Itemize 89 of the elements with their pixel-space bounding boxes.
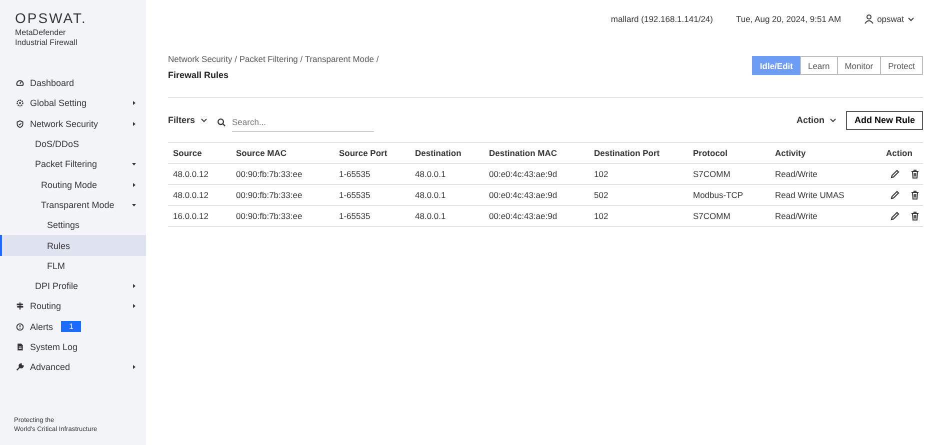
user-icon (864, 14, 874, 24)
table-cell-text: 48.0.0.12 (173, 190, 210, 200)
table-cell-text: 48.0.0.1 (415, 169, 447, 179)
table-cell-text: 102 (594, 211, 610, 221)
caret-down-icon (131, 202, 137, 208)
table-cell-text: Modbus-TCP (693, 190, 744, 200)
sidebar-item[interactable]: Global Setting (0, 93, 146, 114)
sidebar-item[interactable]: System Log (0, 336, 146, 358)
caret-right-icon (131, 364, 137, 370)
table-cell-text: Read Write UMAS (775, 190, 846, 200)
shield-icon (16, 120, 24, 128)
gear-icon (16, 99, 24, 108)
edit-icon[interactable] (890, 211, 900, 221)
table-cell-text: 1-65535 (339, 190, 372, 200)
caret-right-icon (131, 120, 137, 127)
column-header: Destination (415, 148, 462, 158)
caret-right-icon (131, 303, 137, 310)
sidebar-item[interactable]: DoS/DDoS (0, 134, 146, 154)
document-icon (16, 343, 24, 351)
mode-tab[interactable]: Learn (800, 56, 838, 75)
mode-tab[interactable]: Protect (880, 56, 923, 75)
table-cell-text: 48.0.0.12 (173, 169, 210, 179)
table-cell-text: 00:e0:4c:43:ae:9d (489, 169, 558, 179)
alert-count-badge: 1 (61, 321, 82, 332)
sidebar-item[interactable]: Network Security (0, 114, 146, 134)
table-cell-text: Read/Write (775, 211, 818, 221)
column-header: Action (885, 148, 914, 158)
table-cell-text: 00:90:fb:7b:33:ee (236, 169, 304, 179)
host-label: mallard (192.168.1.141/24) (610, 14, 713, 24)
date-time: Tue, Aug 20, 2024, 9:51 AM (736, 14, 842, 24)
action-dropdown[interactable]: Action (796, 115, 838, 125)
logo: OPSWAT. (15, 10, 88, 26)
add-new-rule-button[interactable]: Add New Rule (846, 110, 923, 130)
sidebar-item[interactable]: Routing Mode (0, 174, 146, 195)
sidebar-item[interactable]: Transparent Mode (0, 194, 146, 216)
table-cell-text: 502 (594, 190, 610, 200)
search-icon (217, 118, 226, 127)
trash-icon[interactable] (910, 190, 920, 200)
table-cell-text: S7COMM (693, 169, 732, 179)
trash-icon[interactable] (910, 169, 920, 179)
trash-icon[interactable] (910, 211, 920, 221)
table-cell-text: 16.0.0.12 (173, 211, 210, 221)
caret-right-icon (131, 283, 137, 290)
column-header: Source MAC (236, 148, 288, 158)
gauge-icon (16, 79, 24, 88)
sidebar-item[interactable]: Dashboard (0, 73, 146, 94)
user-menu[interactable]: opswat (864, 14, 915, 24)
caret-down-icon (131, 161, 137, 168)
sidebar-item[interactable]: Routing (0, 296, 146, 317)
sidebar-item[interactable]: Rules (0, 235, 146, 256)
table-cell-text: S7COMM (693, 211, 732, 221)
table-cell-text: 1-65535 (339, 169, 372, 179)
caret-right-icon (131, 182, 137, 188)
table-cell-text: 48.0.0.1 (415, 211, 447, 221)
caret-right-icon (131, 100, 137, 106)
sidebar-item[interactable]: Packet Filtering (0, 154, 146, 174)
column-header: Source Port (339, 148, 388, 158)
column-header: Destination Port (594, 148, 661, 158)
alert-icon (16, 322, 24, 331)
column-header: Activity (775, 148, 807, 158)
table-cell-text: 102 (594, 169, 610, 179)
filters-dropdown[interactable]: Filters (168, 115, 208, 125)
search-field[interactable]: Search... (232, 113, 374, 132)
table-cell-text: 00:e0:4c:43:ae:9d (489, 190, 558, 200)
sidebar-item[interactable]: DPI Profile (0, 276, 146, 296)
caret-down-icon (829, 116, 838, 124)
table-cell-text: 1-65535 (339, 211, 372, 221)
caret-down-icon (907, 15, 915, 23)
sidebar-item[interactable]: FLM (0, 256, 146, 276)
edit-icon[interactable] (890, 169, 900, 179)
table-cell-text: 00:90:fb:7b:33:ee (236, 211, 304, 221)
caret-down-icon (200, 116, 208, 124)
signpost-icon (16, 302, 24, 310)
table-cell-text: Read/Write (775, 169, 818, 179)
column-header: Destination MAC (489, 148, 558, 158)
mode-tab[interactable]: Monitor (836, 56, 882, 75)
column-header: Protocol (693, 148, 728, 158)
sidebar-item[interactable]: Settings (0, 215, 146, 236)
table-cell-text: 00:90:fb:7b:33:ee (236, 190, 304, 200)
table-cell-text: 48.0.0.1 (415, 190, 447, 200)
product-name: MetaDefender Industrial Firewall (15, 28, 78, 48)
sidebar-item[interactable]: Advanced (0, 357, 146, 378)
breadcrumb: Network Security / Packet Filtering / Transparent Mode / (168, 54, 379, 64)
wrench-icon (16, 363, 24, 372)
edit-icon[interactable] (890, 190, 900, 200)
table-cell-text: 00:e0:4c:43:ae:9d (489, 211, 558, 221)
column-header: Source (173, 148, 203, 158)
sidebar-item[interactable]: Alerts 1 (0, 316, 146, 337)
page-title: Firewall Rules (168, 70, 230, 80)
